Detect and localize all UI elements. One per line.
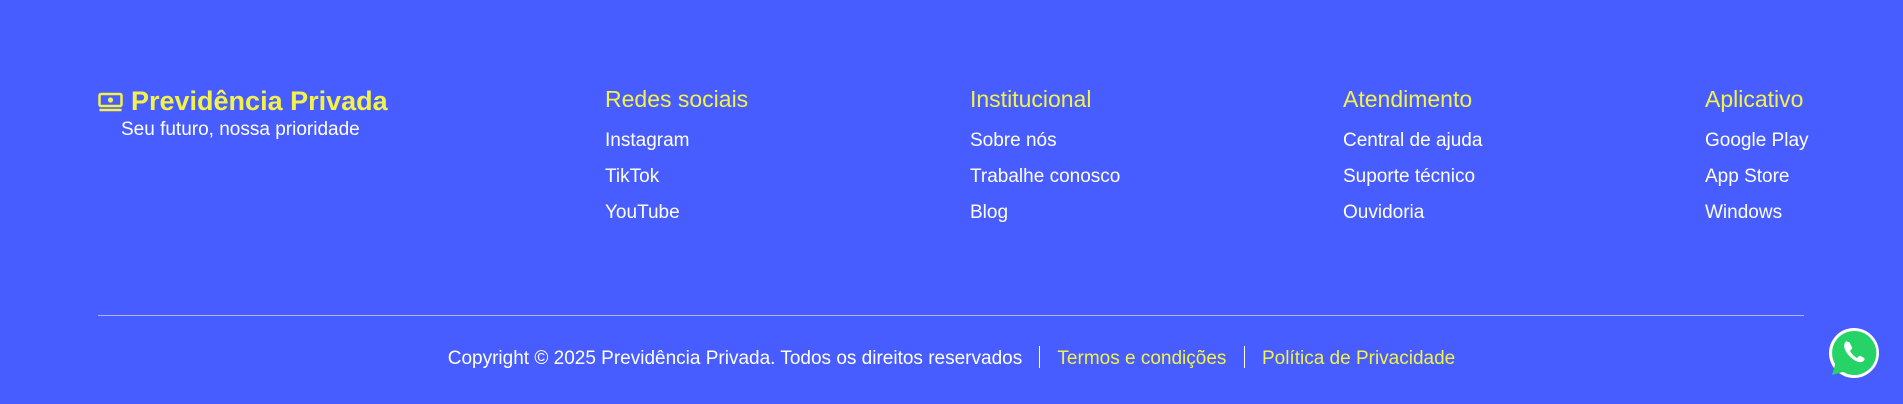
link-help-center[interactable]: Central de ajuda — [1343, 123, 1482, 159]
terms-link[interactable]: Termos e condições — [1057, 348, 1226, 369]
footer-divider — [98, 315, 1804, 316]
link-youtube[interactable]: YouTube — [605, 195, 748, 231]
footer-bottom-bar: Copyright © 2025 Previdência Privada. To… — [0, 346, 1903, 370]
column-heading-support: Atendimento — [1343, 86, 1473, 112]
separator — [1243, 346, 1245, 368]
brand-subtitle: Seu futuro, nossa prioridade — [121, 119, 360, 140]
link-app-store[interactable]: App Store — [1705, 159, 1809, 195]
whatsapp-button[interactable] — [1827, 326, 1881, 380]
link-instagram[interactable]: Instagram — [605, 123, 748, 159]
column-heading-social: Redes sociais — [605, 86, 749, 112]
copyright-text: Copyright © 2025 Previdência Privada. To… — [447, 348, 1023, 370]
footer-column-institutional: Institucional Sobre nós Trabalhe conosco… — [970, 86, 1120, 231]
link-blog[interactable]: Blog — [970, 195, 1120, 231]
brand-title: Previdência Privada — [131, 86, 388, 116]
footer-column-support: Atendimento Central de ajuda Suporte téc… — [1343, 86, 1482, 231]
column-heading-app: Aplicativo — [1705, 86, 1804, 112]
whatsapp-icon — [1829, 328, 1879, 378]
link-ombudsman[interactable]: Ouvidoria — [1343, 195, 1482, 231]
brand-title-row[interactable]: Previdência Privada — [98, 86, 388, 117]
footer-column-social: Redes sociais Instagram TikTok YouTube — [605, 86, 748, 231]
privacy-link[interactable]: Política de Privacidade — [1262, 348, 1455, 369]
column-heading-institutional: Institucional — [970, 86, 1092, 112]
footer-column-app: Aplicativo Google Play App Store Windows — [1705, 86, 1809, 231]
link-careers[interactable]: Trabalhe conosco — [970, 159, 1120, 195]
footer-brand: Previdência Privada Seu futuro, nossa pr… — [98, 86, 388, 141]
link-tech-support[interactable]: Suporte técnico — [1343, 159, 1482, 195]
link-tiktok[interactable]: TikTok — [605, 159, 748, 195]
link-google-play[interactable]: Google Play — [1705, 123, 1809, 159]
link-windows[interactable]: Windows — [1705, 195, 1809, 231]
separator — [1039, 346, 1041, 368]
link-about[interactable]: Sobre nós — [970, 123, 1120, 159]
money-icon — [98, 92, 123, 111]
